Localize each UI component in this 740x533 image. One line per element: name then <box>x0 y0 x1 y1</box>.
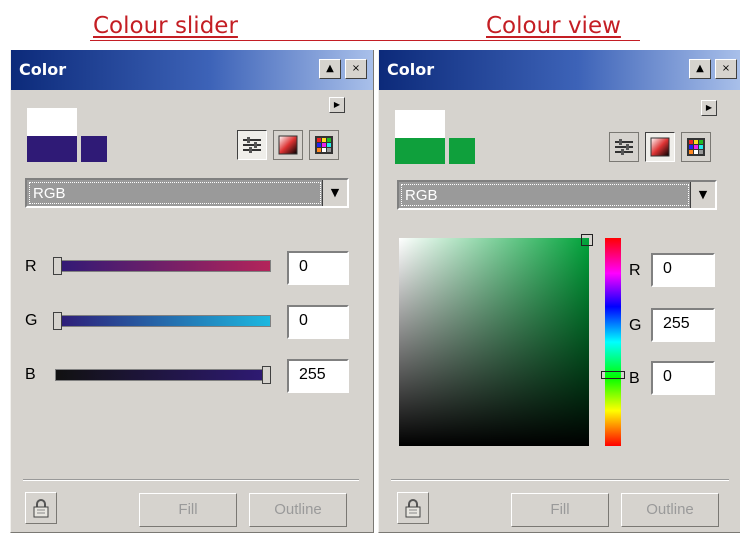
channel-b-label: B <box>25 366 36 383</box>
lock-icon <box>33 499 49 518</box>
bottom-divider <box>23 479 359 481</box>
color-view-panel: Color ▲ × ▶ RGB ▼ R 0 G 255 B 0 Fill Out… <box>378 50 740 533</box>
channel-r-slider[interactable] <box>55 260 271 272</box>
channel-r-label: R <box>25 258 37 275</box>
slider-mode-icon <box>243 137 261 153</box>
bottom-divider <box>391 479 729 481</box>
channel-g-input[interactable]: 0 <box>287 305 349 339</box>
color-field[interactable] <box>399 238 589 446</box>
viewer-mode-icon <box>650 137 670 157</box>
dropdown-arrow-icon: ▼ <box>330 186 340 199</box>
title-bar: Color ▲ × <box>379 50 740 90</box>
palette-mode-button[interactable] <box>681 132 711 162</box>
channel-g-input[interactable]: 255 <box>651 308 715 342</box>
outline-button[interactable]: Outline <box>621 493 719 527</box>
channel-g-thumb[interactable] <box>53 312 62 330</box>
caption-colour-view: Colour view <box>486 13 621 39</box>
color-slider-panel: Color ▲ × ▶ RGB ▼ R 0 G 0 B 255 Fill Out… <box>10 50 374 533</box>
channel-b-input[interactable]: 255 <box>287 359 349 393</box>
channel-g-label: G <box>629 317 642 334</box>
current-color-swatch <box>395 138 445 164</box>
scroll-up-button[interactable]: ▲ <box>689 59 711 79</box>
color-field-marker[interactable] <box>581 234 593 246</box>
close-icon: × <box>351 63 361 74</box>
fill-button[interactable]: Fill <box>511 493 609 527</box>
current-color-swatch-small <box>449 138 475 164</box>
scroll-up-icon: ▲ <box>326 63 334 74</box>
scroll-up-button[interactable]: ▲ <box>319 59 341 79</box>
channel-r-input[interactable]: 0 <box>651 253 715 287</box>
close-button[interactable]: × <box>715 59 737 79</box>
channel-r-label: R <box>629 262 641 279</box>
color-model-value: RGB <box>401 184 689 206</box>
caption-colour-slider: Colour slider <box>93 13 238 39</box>
lock-icon <box>405 499 421 518</box>
color-model-value: RGB <box>29 182 321 204</box>
close-icon: × <box>721 63 731 74</box>
flyout-menu-button[interactable]: ▶ <box>329 97 345 113</box>
palette-mode-icon <box>687 138 705 156</box>
slider-mode-icon <box>615 139 633 155</box>
channel-b-slider[interactable] <box>55 369 271 381</box>
outline-button[interactable]: Outline <box>249 493 347 527</box>
lock-button[interactable] <box>397 492 429 524</box>
flyout-arrow-icon: ▶ <box>705 103 713 112</box>
scroll-up-icon: ▲ <box>696 63 704 74</box>
panel-title: Color <box>387 60 435 79</box>
color-model-select[interactable]: RGB ▼ <box>397 180 717 210</box>
hue-strip-marker[interactable] <box>601 371 625 379</box>
channel-g-label: G <box>25 312 38 329</box>
color-model-select[interactable]: RGB ▼ <box>25 178 349 208</box>
lock-button[interactable] <box>25 492 57 524</box>
hue-strip[interactable] <box>605 238 621 446</box>
channel-b-thumb[interactable] <box>262 366 271 384</box>
channel-r-thumb[interactable] <box>53 257 62 275</box>
current-color-swatch <box>27 136 77 162</box>
flyout-arrow-icon: ▶ <box>333 100 341 109</box>
panel-title: Color <box>19 60 67 79</box>
palette-mode-button[interactable] <box>309 130 339 160</box>
flyout-menu-button[interactable]: ▶ <box>701 100 717 116</box>
slider-mode-button[interactable] <box>237 130 267 160</box>
fill-button[interactable]: Fill <box>139 493 237 527</box>
viewer-mode-button[interactable] <box>645 132 675 162</box>
reference-color-swatch <box>27 108 77 136</box>
close-button[interactable]: × <box>345 59 367 79</box>
channel-b-input[interactable]: 0 <box>651 361 715 395</box>
viewer-mode-icon <box>278 135 298 155</box>
dropdown-arrow-icon: ▼ <box>698 188 708 201</box>
viewer-mode-button[interactable] <box>273 130 303 160</box>
slider-mode-button[interactable] <box>609 132 639 162</box>
palette-mode-icon <box>315 136 333 154</box>
channel-r-input[interactable]: 0 <box>287 251 349 285</box>
dropdown-button[interactable]: ▼ <box>322 180 347 206</box>
reference-color-swatch <box>395 110 445 138</box>
dropdown-button[interactable]: ▼ <box>690 182 715 208</box>
title-bar: Color ▲ × <box>11 50 373 90</box>
caption-underline <box>90 40 640 41</box>
channel-b-label: B <box>629 370 640 387</box>
channel-g-slider[interactable] <box>55 315 271 327</box>
current-color-swatch-small <box>81 136 107 162</box>
